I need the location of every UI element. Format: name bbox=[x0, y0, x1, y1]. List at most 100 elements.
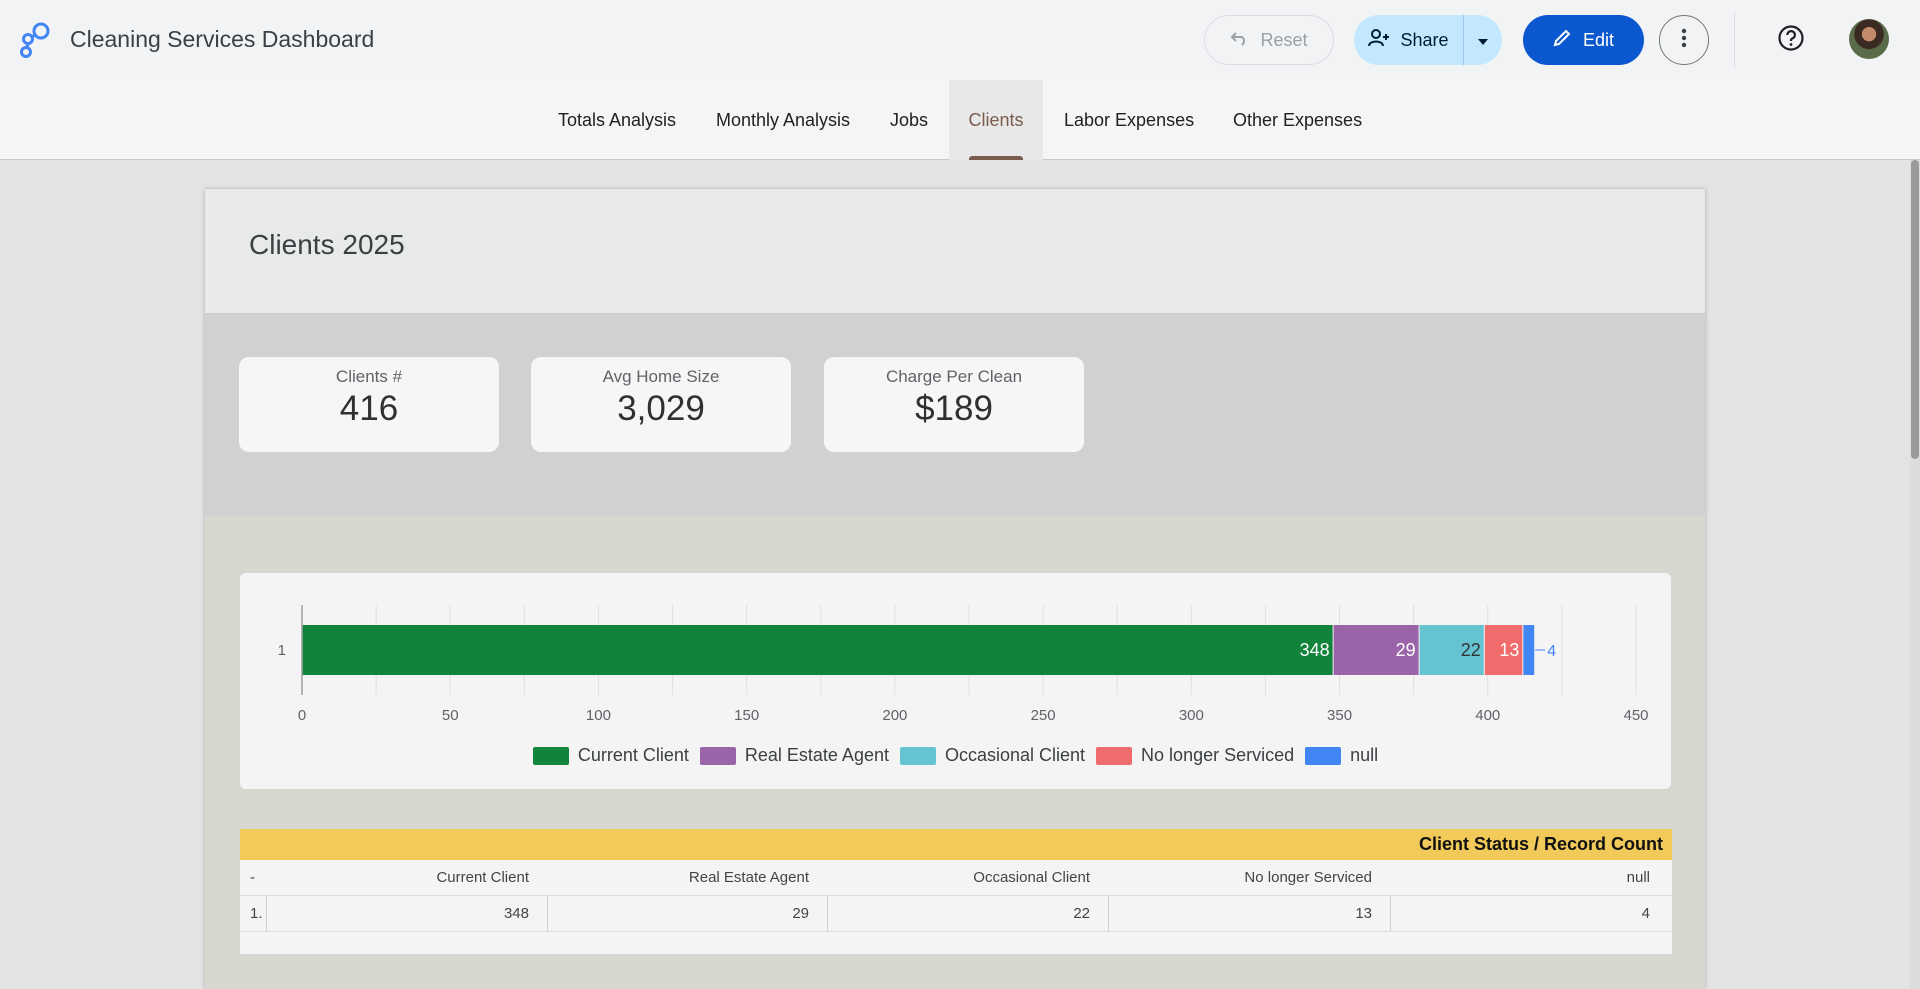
kpi-value: 3,029 bbox=[617, 389, 705, 428]
data-label: 348 bbox=[1300, 640, 1330, 660]
legend-swatch bbox=[899, 746, 936, 765]
reset-button[interactable]: Reset bbox=[1204, 15, 1334, 65]
tab-totals-analysis[interactable]: Totals Analysis bbox=[558, 80, 676, 160]
account-avatar[interactable] bbox=[1849, 19, 1889, 59]
table-title: Client Status / Record Count bbox=[240, 829, 1672, 860]
table-header-row: - Current Client Real Estate Agent Occas… bbox=[240, 860, 1672, 896]
chart-plot-area: 0 50 100 150 200 250 300 350 400 450 1 348 29 22 13 4 bbox=[278, 605, 1649, 724]
kpi-label: Clients # bbox=[335, 367, 403, 386]
legend-item[interactable]: No longer Serviced bbox=[1096, 745, 1294, 766]
pencil-icon bbox=[1553, 29, 1571, 52]
tab-label: Jobs bbox=[890, 109, 929, 130]
kpi-card-avg-home-size[interactable]: Avg Home Size 3,029 bbox=[531, 357, 791, 452]
client-status-table[interactable]: Client Status / Record Count - Current C… bbox=[240, 829, 1672, 954]
table-cell: 348 bbox=[266, 896, 547, 931]
data-label: 4 bbox=[1547, 643, 1556, 660]
column-header[interactable]: null bbox=[1390, 860, 1672, 895]
details-section: 0 50 100 150 200 250 300 350 400 450 1 348 29 22 13 4 C… bbox=[205, 516, 1705, 989]
x-tick-label: 100 bbox=[586, 707, 611, 724]
more-vert-icon bbox=[1681, 28, 1687, 53]
client-status-bar-chart[interactable]: 0 50 100 150 200 250 300 350 400 450 1 348 29 22 13 4 C… bbox=[240, 573, 1671, 789]
legend-item[interactable]: Occasional Client bbox=[899, 745, 1086, 766]
tab-label: Labor Expenses bbox=[1064, 109, 1195, 130]
tab-jobs[interactable]: Jobs bbox=[890, 80, 928, 160]
table-cell: 13 bbox=[1108, 896, 1390, 931]
scrollbar-thumb[interactable] bbox=[1911, 160, 1919, 459]
tab-monthly-analysis[interactable]: Monthly Analysis bbox=[716, 80, 850, 160]
legend-label: Current Client bbox=[577, 745, 689, 765]
tab-label: Other Expenses bbox=[1233, 109, 1363, 130]
legend-item[interactable]: null bbox=[1305, 745, 1378, 766]
kpi-label: Charge Per Clean bbox=[885, 367, 1023, 386]
report-canvas: Clients 2025 Clients # 416 Avg Home Size… bbox=[205, 189, 1705, 989]
kpi-card-charge-per-clean[interactable]: Charge Per Clean $189 bbox=[824, 357, 1084, 452]
kpi-section: Clients # 416 Avg Home Size 3,029 Charge… bbox=[205, 314, 1705, 516]
column-header[interactable]: Current Client bbox=[266, 860, 547, 895]
table-row: 1. 348 29 22 13 4 bbox=[240, 896, 1672, 932]
x-tick-label: 350 bbox=[1327, 707, 1352, 724]
chart-legend: Current Client Real Estate Agent Occasiona… bbox=[240, 745, 1671, 766]
tab-labor-expenses[interactable]: Labor Expenses bbox=[1064, 80, 1194, 160]
tab-label: Monthly Analysis bbox=[716, 109, 851, 130]
more-options-button[interactable] bbox=[1659, 15, 1709, 65]
x-tick-label: 200 bbox=[882, 707, 907, 724]
person-add-icon bbox=[1368, 28, 1390, 52]
kpi-card-clients[interactable]: Clients # 416 bbox=[239, 357, 499, 452]
reset-label: Reset bbox=[1260, 29, 1308, 50]
x-tick-label: 50 bbox=[442, 707, 459, 724]
page-scrollbar[interactable] bbox=[1910, 160, 1920, 989]
tab-label: Totals Analysis bbox=[558, 109, 677, 130]
legend-swatch bbox=[532, 746, 569, 765]
share-button-group: Share bbox=[1354, 15, 1502, 65]
x-tick-label: 450 bbox=[1623, 707, 1648, 724]
legend-swatch bbox=[1096, 746, 1133, 765]
legend-item[interactable]: Real Estate Agent bbox=[699, 745, 889, 766]
index-header: - bbox=[250, 869, 255, 886]
share-dropdown-button[interactable] bbox=[1464, 15, 1502, 65]
legend-label: Real Estate Agent bbox=[744, 745, 889, 765]
x-tick-label: 300 bbox=[1179, 707, 1204, 724]
top-app-bar: Cleaning Services Dashboard Reset Share … bbox=[0, 0, 1920, 80]
row-index: 1. bbox=[250, 905, 263, 922]
edit-label: Edit bbox=[1582, 29, 1615, 50]
tab-clients[interactable]: Clients bbox=[949, 80, 1043, 160]
x-tick-label: 0 bbox=[298, 707, 306, 724]
looker-studio-logo-icon[interactable] bbox=[18, 22, 52, 58]
column-header[interactable]: Real Estate Agent bbox=[547, 860, 827, 895]
kpi-value: $189 bbox=[915, 389, 993, 428]
legend-label: Occasional Client bbox=[944, 745, 1086, 765]
help-button[interactable] bbox=[1772, 21, 1810, 59]
active-tab-indicator bbox=[969, 156, 1023, 160]
legend-label: null bbox=[1350, 745, 1379, 765]
edit-button[interactable]: Edit bbox=[1523, 15, 1644, 65]
column-header[interactable]: Occasional Client bbox=[827, 860, 1108, 895]
page-title: Clients 2025 bbox=[249, 229, 405, 260]
help-circle-icon bbox=[1777, 24, 1805, 57]
data-label: 22 bbox=[1461, 640, 1481, 660]
legend-item[interactable]: Current Client bbox=[532, 745, 689, 766]
legend-swatch bbox=[699, 746, 736, 765]
legend-swatch bbox=[1305, 746, 1342, 765]
kpi-label: Avg Home Size bbox=[602, 367, 720, 386]
kpi-value: 416 bbox=[339, 389, 399, 428]
column-header[interactable]: No longer Serviced bbox=[1108, 860, 1390, 895]
x-tick-label: 250 bbox=[1031, 707, 1056, 724]
arrow-drop-down-icon bbox=[1477, 30, 1489, 51]
x-tick-label: 150 bbox=[734, 707, 759, 724]
bar-segment bbox=[1523, 625, 1535, 675]
share-button[interactable]: Share bbox=[1354, 15, 1464, 65]
title-section: Clients 2025 bbox=[205, 189, 1705, 314]
data-label: 13 bbox=[1499, 640, 1519, 660]
category-label: 1 bbox=[278, 642, 286, 659]
undo-icon bbox=[1230, 30, 1250, 51]
table-cell: 22 bbox=[827, 896, 1108, 931]
bar-segment bbox=[302, 625, 1333, 675]
x-tick-label: 400 bbox=[1475, 707, 1500, 724]
tab-label: Clients bbox=[968, 109, 1024, 130]
legend-label: No longer Serviced bbox=[1141, 745, 1295, 765]
table-cell: 4 bbox=[1390, 896, 1672, 931]
report-title: Cleaning Services Dashboard bbox=[70, 26, 375, 52]
share-label: Share bbox=[1400, 29, 1449, 50]
tab-other-expenses[interactable]: Other Expenses bbox=[1233, 80, 1362, 160]
table-cell: 29 bbox=[547, 896, 827, 931]
